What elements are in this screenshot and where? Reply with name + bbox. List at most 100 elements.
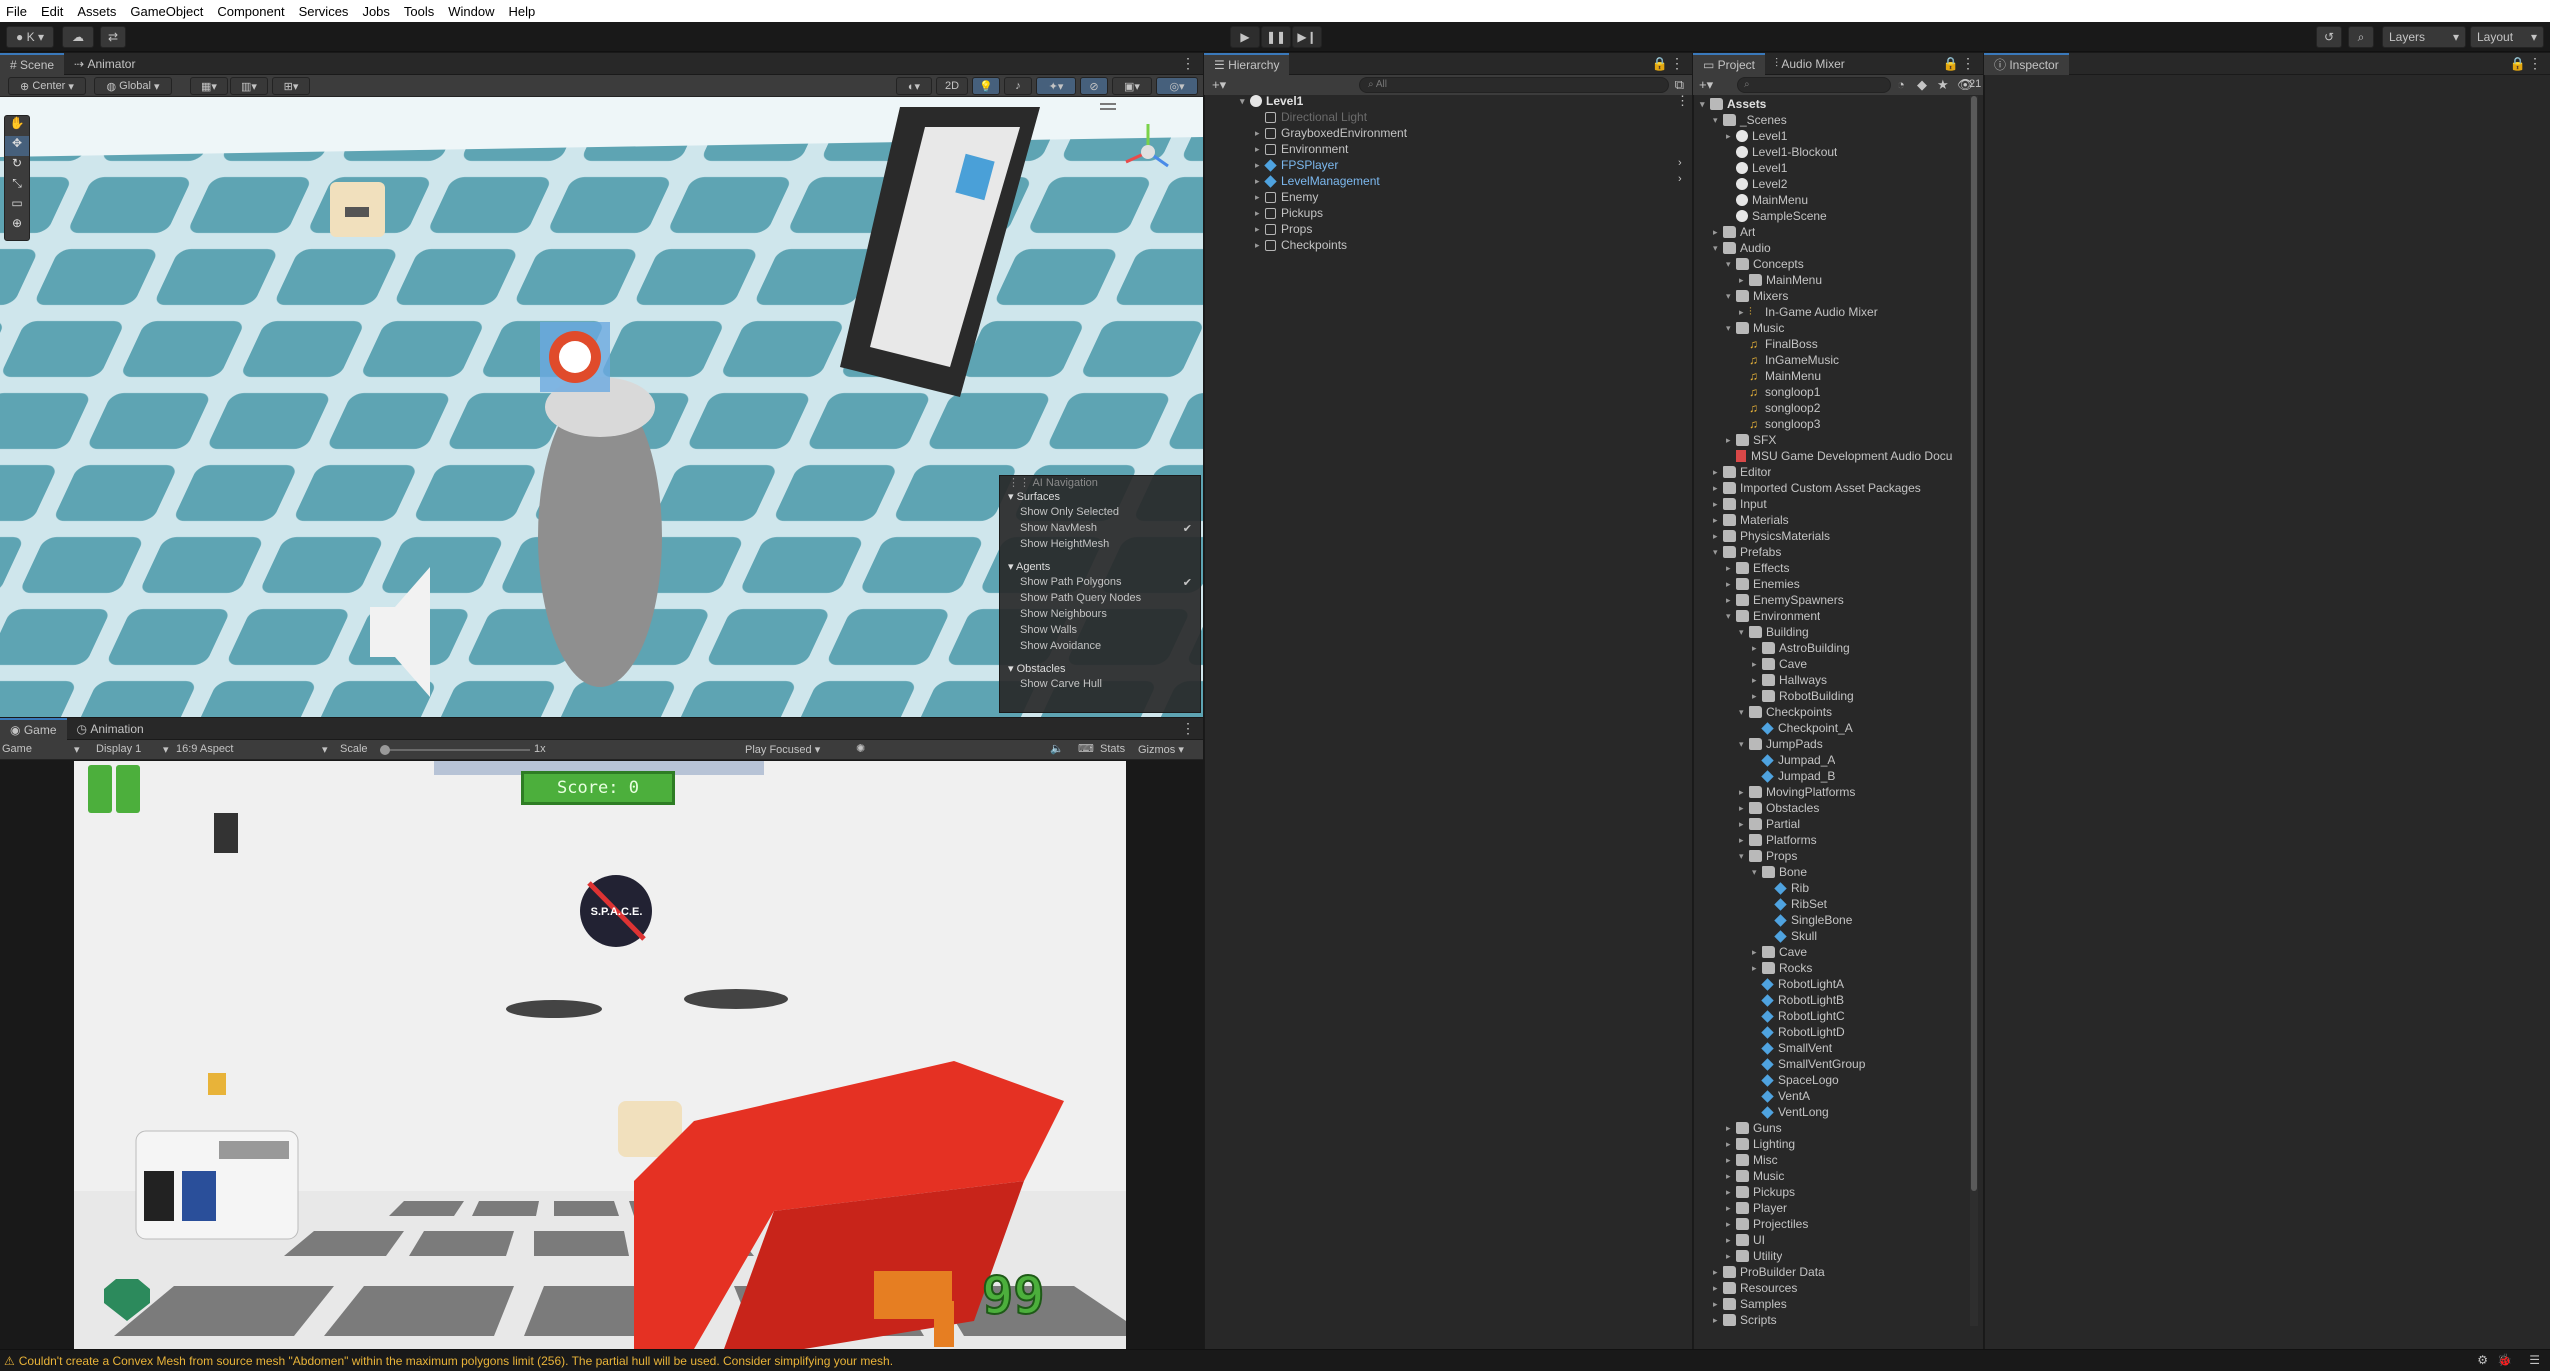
project-item[interactable]: ▸ Editor [1713, 464, 1771, 480]
panel-menu-icon[interactable]: ⋮ [2528, 55, 2542, 72]
project-item[interactable]: ▸ Cave [1752, 944, 1807, 960]
open-prefab-icon[interactable]: › [1678, 157, 1682, 169]
expand-arrow-icon[interactable]: ▸ [1726, 1155, 1736, 1166]
move-tool-icon[interactable]: ✥ [5, 136, 29, 156]
effects-icon[interactable]: ✦▾ [1036, 77, 1076, 95]
expand-arrow-icon[interactable]: ▸ [1726, 595, 1736, 606]
progress-icon[interactable]: ⚙ [2477, 1353, 2488, 1367]
collapse-arrow-icon[interactable]: ▾ [1752, 867, 1762, 878]
expand-arrow-icon[interactable]: ▸ [1752, 675, 1762, 686]
hierarchy-item[interactable]: ▸ Props [1255, 221, 1312, 237]
project-item[interactable]: ▸ Imported Custom Asset Packages [1713, 480, 1921, 496]
project-item[interactable]: ▾ JumpPads [1739, 736, 1823, 752]
project-item[interactable]: ▸ Materials [1713, 512, 1789, 528]
project-item[interactable]: ▸ Music [1726, 1168, 1784, 1184]
toggle-2d-button[interactable]: 2D [936, 77, 968, 95]
search-icon[interactable]: ⌕ [2348, 26, 2374, 48]
show-neighbours-toggle[interactable]: Show Neighbours [1000, 608, 1200, 624]
expand-arrow-icon[interactable]: ▸ [1713, 227, 1723, 238]
grid-visibility-icon[interactable]: ▥▾ [230, 77, 268, 95]
agents-header[interactable]: ▾ Agents [1000, 560, 1200, 576]
expand-arrow-icon[interactable]: ▸ [1752, 947, 1762, 958]
obstacles-header[interactable]: ▾ Obstacles [1000, 662, 1200, 678]
pause-button[interactable]: ❚❚ [1261, 26, 1291, 48]
hierarchy-item[interactable]: ▸ Environment [1255, 141, 1348, 157]
game-view[interactable]: Score: 0 S.P.A.C.E. 99 [74, 761, 1126, 1349]
project-item[interactable]: ▾ Checkpoints [1739, 704, 1832, 720]
project-item[interactable]: ▸ Level1 [1726, 128, 1787, 144]
expand-arrow-icon[interactable]: ▸ [1713, 515, 1723, 526]
mute-audio-icon[interactable]: 🔈 [1050, 742, 1064, 755]
search-by-label-icon[interactable]: ◆ [1917, 77, 1927, 93]
project-item[interactable]: RobotLightD [1752, 1024, 1845, 1040]
show-heightmesh-toggle[interactable]: Show HeightMesh [1000, 538, 1200, 554]
stats-button[interactable]: Stats [1100, 743, 1125, 755]
tab-audio-mixer[interactable]: ⫶ Audio Mixer [1765, 53, 1855, 75]
project-item[interactable]: Skull [1765, 928, 1817, 944]
menu-edit[interactable]: Edit [41, 4, 63, 19]
menu-gameobject[interactable]: GameObject [130, 4, 203, 19]
lock-icon[interactable]: 🔒 [2510, 56, 2526, 72]
collab-icon[interactable]: ⇄ [100, 26, 126, 48]
draw-mode-icon[interactable]: ◐▾ [896, 77, 932, 95]
project-item[interactable]: SingleBone [1765, 912, 1852, 928]
project-item[interactable]: ♫ songloop1 [1739, 384, 1820, 400]
project-item[interactable]: ▸ Art [1713, 224, 1755, 240]
project-item[interactable]: VentA [1752, 1088, 1810, 1104]
project-item[interactable]: ▸ Scripts [1713, 1312, 1777, 1328]
hierarchy-root-row[interactable]: ▾ Level1 [1240, 93, 1303, 109]
project-item[interactable]: ▾ Music [1726, 320, 1784, 336]
surfaces-header[interactable]: ▾ Surfaces [1000, 490, 1200, 506]
project-item[interactable]: ▸ Pickups [1726, 1184, 1795, 1200]
project-item[interactable]: ▸ ⫶ In-Game Audio Mixer [1739, 304, 1878, 320]
project-item[interactable]: ▸ Player [1726, 1200, 1787, 1216]
scene-visibility-icon[interactable]: ⧉ [1675, 77, 1684, 93]
project-item[interactable]: MSU Game Development Audio Docu [1726, 448, 1952, 464]
grid-snap-icon[interactable]: ▦▾ [190, 77, 228, 95]
camera-icon[interactable]: ▣▾ [1112, 77, 1152, 95]
project-item[interactable]: ▸ RobotBuilding [1752, 688, 1854, 704]
layers-dropdown[interactable]: Layers ▾ [2382, 26, 2466, 48]
panel-menu-icon[interactable]: ⋮ [1181, 55, 1195, 72]
panel-menu-icon[interactable]: ⋮ [1670, 55, 1684, 72]
project-item[interactable]: Checkpoint_A [1752, 720, 1853, 736]
project-item[interactable]: ▸ AstroBuilding [1752, 640, 1850, 656]
project-item[interactable]: ▸ Lighting [1726, 1136, 1795, 1152]
expand-arrow-icon[interactable]: ▸ [1752, 963, 1762, 974]
favorite-icon[interactable]: ★ [1937, 77, 1949, 93]
project-item[interactable]: ▸ Utility [1726, 1248, 1782, 1264]
expand-arrow-icon[interactable]: ▸ [1726, 1251, 1736, 1262]
expand-arrow-icon[interactable]: ▸ [1726, 1203, 1736, 1214]
expand-arrow-icon[interactable]: ▸ [1739, 787, 1749, 798]
project-item[interactable]: ▸ ProBuilder Data [1713, 1264, 1825, 1280]
collapse-arrow-icon[interactable]: ▾ [1713, 547, 1723, 558]
rotate-tool-icon[interactable]: ↻ [5, 156, 29, 176]
project-item[interactable]: SmallVentGroup [1752, 1056, 1865, 1072]
rect-tool-icon[interactable]: ▭ [5, 196, 29, 216]
collapse-arrow-icon[interactable]: ▾ [1726, 611, 1736, 622]
show-avoidance-toggle[interactable]: Show Avoidance [1000, 640, 1200, 656]
project-item[interactable]: Jumpad_B [1752, 768, 1835, 784]
lighting-icon[interactable]: 💡 [972, 77, 1000, 95]
collapse-arrow-icon[interactable]: ▾ [1726, 259, 1736, 270]
project-scrollbar[interactable] [1970, 96, 1978, 1326]
menu-services[interactable]: Services [299, 4, 349, 19]
expand-arrow-icon[interactable]: ▸ [1752, 643, 1762, 654]
expand-arrow-icon[interactable]: ▸ [1713, 483, 1723, 494]
scene-menu-icon[interactable]: ⋮ [1676, 93, 1689, 109]
panel-menu-icon[interactable]: ⋮ [1961, 55, 1975, 72]
project-item[interactable]: ▸ Obstacles [1739, 800, 1819, 816]
play-focused-dropdown[interactable]: Play Focused ▾ [745, 743, 820, 756]
cloud-icon[interactable]: ☁ [62, 26, 94, 48]
project-item[interactable]: VentLong [1752, 1104, 1829, 1120]
expand-arrow-icon[interactable]: ▸ [1713, 531, 1723, 542]
aspect-dropdown[interactable]: 16:9 Aspect [176, 743, 234, 755]
hierarchy-search-input[interactable]: ⌕ All [1359, 77, 1669, 93]
space-dropdown[interactable]: ◍ Global ▾ [94, 77, 172, 95]
project-item[interactable]: ▸ Platforms [1739, 832, 1817, 848]
show-path-query-nodes-toggle[interactable]: Show Path Query Nodes [1000, 592, 1200, 608]
gizmos-icon[interactable]: ◎▾ [1156, 77, 1198, 95]
collapse-arrow-icon[interactable]: ▾ [1726, 291, 1736, 302]
menu-file[interactable]: File [6, 4, 27, 19]
project-item[interactable]: MainMenu [1726, 192, 1808, 208]
